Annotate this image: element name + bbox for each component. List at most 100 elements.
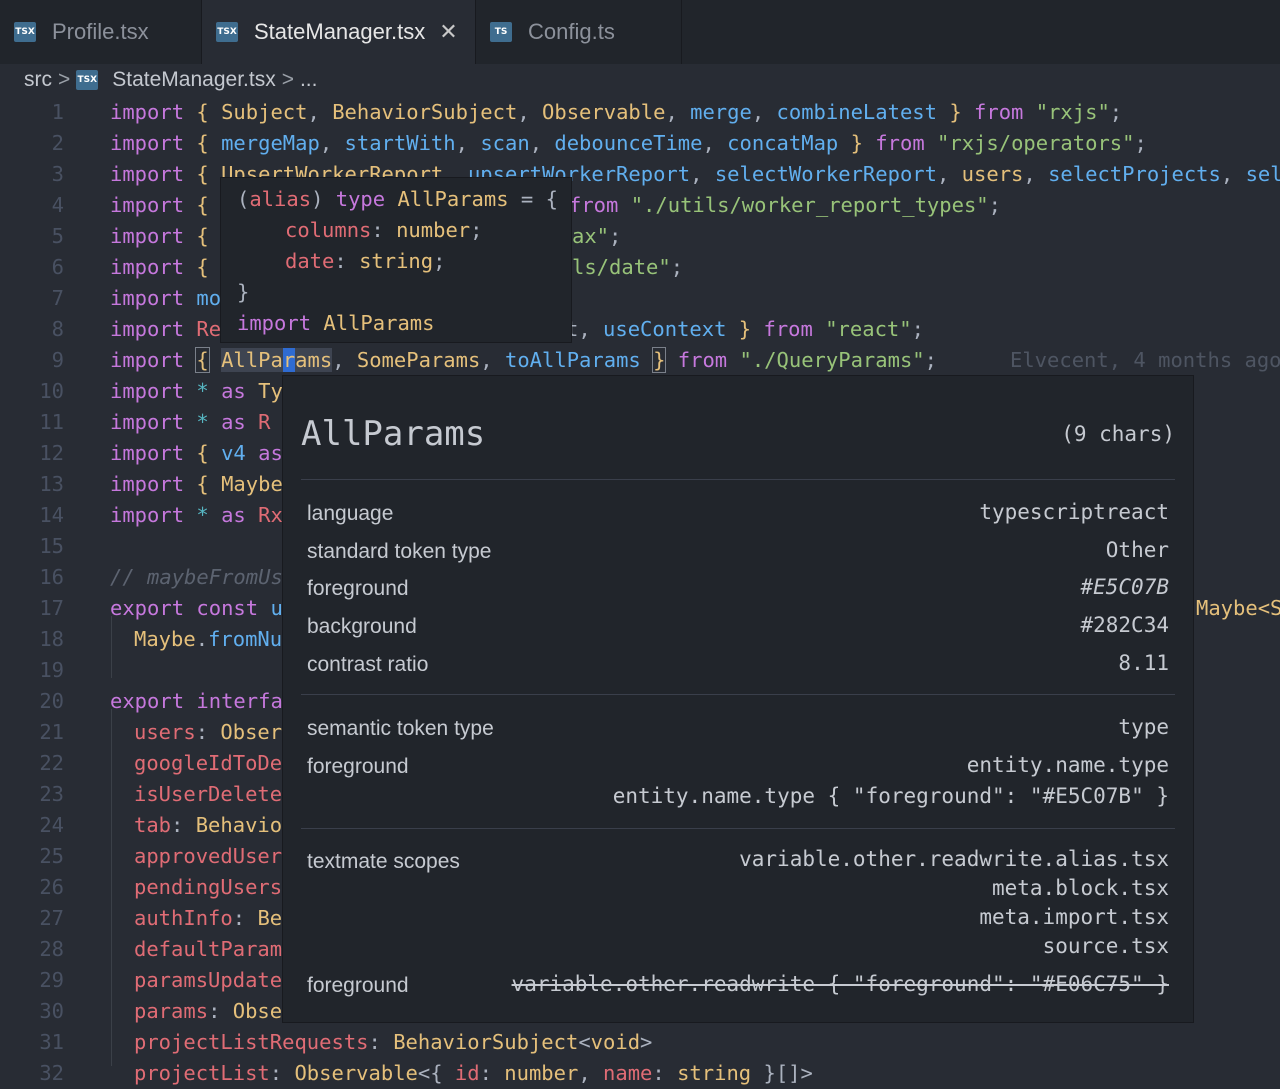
- line-number: 19: [39, 658, 64, 682]
- tab-profile[interactable]: TSX Profile.tsx: [0, 0, 202, 64]
- hover-line: import AllParams: [237, 311, 435, 335]
- row-label: foreground: [307, 577, 409, 600]
- line-content[interactable]: import { AllParams, SomeParams, toAllPar…: [110, 345, 937, 376]
- line-content[interactable]: projectListRequests: BehaviorSubject<voi…: [134, 1027, 652, 1058]
- code-line: 2 import { mergeMap, startWith, scan, deb…: [0, 128, 1280, 159]
- hover-line: (alias) type AllParams = {: [237, 187, 558, 211]
- tsx-file-icon: TSX: [14, 22, 36, 42]
- line-number: 14: [39, 503, 64, 527]
- close-icon[interactable]: ✕: [439, 20, 457, 45]
- hover-line: }: [237, 280, 250, 304]
- row-label: foreground: [307, 755, 409, 778]
- line-content[interactable]: Maybe.fromNu: [134, 624, 282, 655]
- line-number: 17: [39, 596, 64, 620]
- line-content[interactable]: isUserDelete: [134, 779, 282, 810]
- git-blame-annotation: Elvecent, 4 months ago: [1010, 348, 1280, 372]
- line-content[interactable]: import * as Rx: [110, 500, 283, 531]
- line-number: 7: [51, 286, 64, 310]
- line-number: 15: [39, 534, 64, 558]
- line-content[interactable]: googleIdToDe: [134, 748, 282, 779]
- code-line: 6 import { ls/date";: [0, 252, 1280, 283]
- row-label: textmate scopes: [307, 850, 460, 873]
- line-content[interactable]: import * as Ty: [110, 376, 283, 407]
- line-content[interactable]: export const u: [110, 593, 283, 624]
- chevron-right-icon: >: [281, 68, 294, 91]
- row-value: #E5C07B: [1080, 575, 1169, 599]
- line-content[interactable]: import * as R: [110, 407, 270, 438]
- tab-label: Config.ts: [528, 19, 615, 44]
- scope-value: source.tsx: [1042, 934, 1169, 958]
- line-number: 32: [39, 1061, 64, 1085]
- line-number: 5: [51, 224, 64, 248]
- line-content[interactable]: paramsUpdate: [134, 965, 282, 996]
- tab-config[interactable]: TS Config.ts: [476, 0, 682, 64]
- line-number: 18: [39, 627, 64, 651]
- line-content[interactable]: import { v4 as: [110, 438, 283, 469]
- line-content[interactable]: params: Obse: [134, 996, 282, 1027]
- line-content[interactable]: users: Obser: [134, 717, 282, 748]
- line-content[interactable]: import { Subject, BehaviorSubject, Obser…: [110, 97, 1122, 128]
- line-content[interactable]: import Re: [110, 314, 221, 345]
- line-number: 13: [39, 472, 64, 496]
- row-label: standard token type: [307, 540, 492, 563]
- line-number: 16: [39, 565, 64, 589]
- inspector-title: AllParams: [301, 414, 486, 454]
- divider: [301, 828, 1175, 829]
- line-content[interactable]: pendingUsers: [134, 872, 282, 903]
- line-number: 31: [39, 1030, 64, 1054]
- line-content[interactable]: export interfa: [110, 686, 283, 717]
- line-number: 6: [51, 255, 64, 279]
- line-content[interactable]: import {: [110, 190, 221, 221]
- line-content[interactable]: approvedUser: [134, 841, 282, 872]
- row-value: 8.11: [1118, 651, 1169, 675]
- divider: [301, 694, 1175, 695]
- line-content[interactable]: authInfo: Be: [134, 903, 282, 934]
- line-content[interactable]: // maybeFromUs: [110, 562, 283, 593]
- breadcrumb-more[interactable]: ...: [300, 68, 318, 92]
- row-label: contrast ratio: [307, 653, 429, 676]
- row-value: entity.name.type { "foreground": "#E5C07…: [612, 784, 1169, 808]
- code-line: 3 import { UpsertWorkerReport, upsertWork…: [0, 159, 1280, 190]
- row-value: typescriptreact: [979, 500, 1169, 524]
- type-hover-popup: (alias) type AllParams = { columns: numb…: [220, 177, 572, 343]
- hover-line: date: string;: [285, 249, 446, 273]
- line-number: 12: [39, 441, 64, 465]
- code-line: 1 import { Subject, BehaviorSubject, Obse…: [0, 97, 1280, 128]
- line-number: 30: [39, 999, 64, 1023]
- row-label: background: [307, 615, 417, 638]
- tab-statemanager[interactable]: TSX StateManager.tsx ✕: [202, 0, 476, 64]
- code-line: 32 projectList: Observable<{ id: number, …: [0, 1058, 1280, 1089]
- line-content[interactable]: tab: Behavio: [134, 810, 282, 841]
- row-value: Other: [1105, 538, 1169, 562]
- row-label: language: [307, 502, 394, 525]
- inspector-char-count: (9 chars): [1061, 422, 1175, 446]
- hover-line: columns: number;: [285, 218, 483, 242]
- scope-value: meta.block.tsx: [991, 876, 1169, 900]
- line-number: 9: [51, 348, 64, 372]
- line-content[interactable]: import {: [110, 221, 221, 252]
- line-number: 4: [51, 193, 64, 217]
- line-content[interactable]: projectList: Observable<{ id: number, na…: [134, 1058, 813, 1089]
- line-number: 22: [39, 751, 64, 775]
- line-number: 3: [51, 162, 64, 186]
- tab-bar: TSX Profile.tsx TSX StateManager.tsx ✕ T…: [0, 0, 1280, 64]
- row-value: type: [1118, 715, 1169, 739]
- breadcrumb-folder[interactable]: src: [24, 68, 52, 92]
- line-number: 29: [39, 968, 64, 992]
- breadcrumb-file[interactable]: StateManager.tsx: [112, 68, 275, 92]
- tab-label: Profile.tsx: [52, 19, 149, 44]
- line-content[interactable]: import { Maybe: [110, 469, 283, 500]
- line-number: 20: [39, 689, 64, 713]
- line-content[interactable]: import { mergeMap, startWith, scan, debo…: [110, 128, 1147, 159]
- line-number: 26: [39, 875, 64, 899]
- row-value: #282C34: [1080, 613, 1169, 637]
- code-line: 9 import { AllParams, SomeParams, toAllPa…: [0, 345, 1280, 376]
- scope-value: meta.import.tsx: [979, 905, 1169, 929]
- line-content[interactable]: import {: [110, 252, 221, 283]
- code-line: 7 import mo: [0, 283, 1280, 314]
- line-content[interactable]: import mo: [110, 283, 221, 314]
- line-number: 28: [39, 937, 64, 961]
- code-line: 5 import { ax";: [0, 221, 1280, 252]
- code-line: 31 projectListRequests: BehaviorSubject<v…: [0, 1027, 1280, 1058]
- line-content[interactable]: defaultParam: [134, 934, 282, 965]
